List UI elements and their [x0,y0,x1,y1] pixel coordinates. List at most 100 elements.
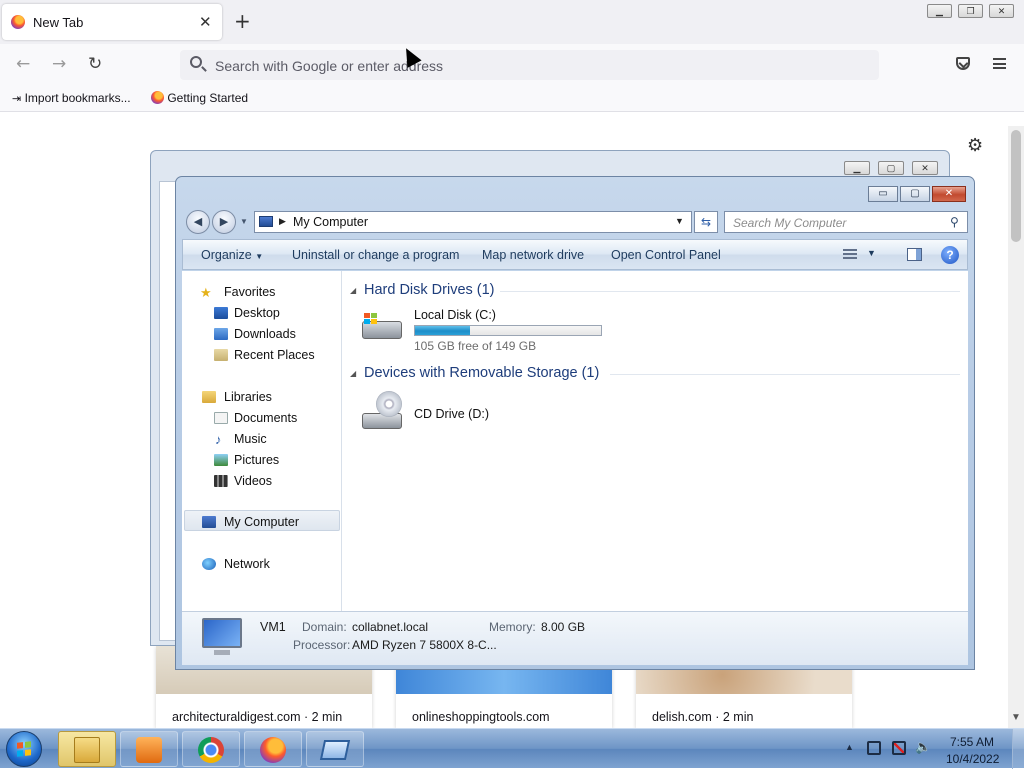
close-button[interactable]: ✕ [989,4,1014,18]
firefox-icon [260,737,286,763]
taskbar-chrome-button[interactable] [182,731,240,767]
search-icon[interactable]: ⚲ [950,215,959,229]
address-dropdown-icon[interactable]: ▼ [675,216,684,226]
content-pane: ◢ Hard Disk Drives (1) Local Disk (C:) 1… [342,271,968,611]
nav-network[interactable]: Network [224,557,270,571]
taskbar-explorer-button[interactable] [58,731,116,767]
desktop-icon [214,307,228,319]
explorer-forward-button[interactable]: ▶ [212,210,236,234]
explorer-close-button[interactable]: ✕ [932,186,966,202]
page-scrollbar[interactable]: ▼ [1008,126,1024,728]
gear-icon[interactable]: ⚙ [967,135,983,156]
drive-c-name[interactable]: Local Disk (C:) [414,308,496,322]
collapse-triangle-icon[interactable]: ◢ [350,286,356,295]
taskbar: ▲ 🔈 7:55 AM 10/4/2022 [0,728,1024,769]
drive-c-free-space: 105 GB free of 149 GB [414,339,537,353]
group-removable-storage[interactable]: Devices with Removable Storage (1) [364,365,599,381]
explorer-minimize-button[interactable]: ▭ [868,186,898,202]
new-tab-button[interactable]: + [234,9,251,33]
details-pane: VM1 Domain: collabnet.local Memory: 8.00… [182,611,968,665]
nav-music[interactable]: Music [234,432,267,446]
nav-downloads[interactable]: Downloads [234,327,296,341]
import-icon: ⇥ [12,92,22,105]
tab-close-icon[interactable]: ✕ [199,13,212,31]
pictures-icon [214,454,228,466]
forward-button[interactable]: → [52,54,66,74]
drive-d-name[interactable]: CD Drive (D:) [414,407,489,421]
organize-button[interactable]: Organize ▼ [201,248,263,262]
explorer-maximize-button[interactable]: ▢ [900,186,930,202]
uninstall-program-button[interactable]: Uninstall or change a program [292,248,459,262]
scroll-down-arrow[interactable]: ▼ [1011,712,1021,723]
taskbar-media-player-button[interactable] [120,731,178,767]
view-options-icon[interactable] [843,248,857,262]
explorer-back-button[interactable]: ◀ [186,210,210,234]
nav-my-computer[interactable]: My Computer [224,515,299,529]
nav-videos[interactable]: Videos [234,474,272,488]
view-dropdown-icon[interactable]: ▼ [867,248,876,258]
back-button[interactable]: ← [16,54,30,74]
tile-caption: onlineshoppingtools.com [412,710,550,724]
recent-pages-dropdown[interactable]: ▼ [240,217,248,226]
tile-caption: delish.com · 2 min [652,710,754,724]
restore-button[interactable]: ❐ [958,4,983,18]
open-control-panel-button[interactable]: Open Control Panel [611,248,721,262]
downloads-icon [214,328,228,340]
clock-time[interactable]: 7:55 AM [950,735,994,749]
getting-started-item[interactable]: Getting Started [151,91,248,105]
map-network-drive-button[interactable]: Map network drive [482,248,584,262]
network-tray-icon[interactable] [867,741,881,755]
nav-recent-places[interactable]: Recent Places [234,348,315,362]
search-input[interactable]: Search My Computer ⚲ [724,211,968,233]
url-bar[interactable]: Search with Google or enter address [180,50,879,80]
collapse-triangle-icon[interactable]: ◢ [350,369,356,378]
memory-value: 8.00 GB [541,620,586,634]
my-computer-icon [202,516,216,528]
import-bookmarks-item[interactable]: ⇥ Import bookmarks... [12,91,131,105]
back-restore-button[interactable]: ▢ [878,161,904,175]
clock-date[interactable]: 10/4/2022 [946,752,999,766]
reload-button[interactable]: ↻ [88,54,102,74]
minimize-button[interactable]: ▁ [927,4,952,18]
preview-pane-icon[interactable] [907,248,922,261]
windows-logo-icon [17,741,31,757]
nav-libraries[interactable]: Libraries [224,390,272,404]
address-bar[interactable]: ▶ My Computer ▼ [254,211,692,233]
help-icon[interactable]: ? [941,246,959,264]
breadcrumb-arrow-icon[interactable]: ▶ [279,216,286,227]
star-icon: ★ [200,285,212,300]
volume-icon[interactable]: 🔈 [915,741,931,755]
refresh-icon[interactable]: ⇆ [694,211,718,233]
disk-usage-fill [415,326,470,335]
documents-icon [214,412,228,424]
music-icon: ♪ [215,432,222,447]
back-close-button[interactable]: ✕ [912,161,938,175]
nav-documents[interactable]: Documents [234,411,297,425]
tab-title: New Tab [33,15,84,30]
menu-icon[interactable] [993,58,1006,69]
group-divider [610,374,960,375]
computer-monitor-icon [202,618,242,655]
back-minimize-button[interactable]: ▁ [844,161,870,175]
folder-icon [74,737,100,763]
show-hidden-icons-button[interactable]: ▲ [845,742,854,752]
window-icon [319,740,351,760]
taskbar-firefox-button[interactable] [244,731,302,767]
nav-favorites[interactable]: Favorites [224,285,275,299]
tab-new-tab[interactable]: New Tab ✕ [2,4,222,40]
recent-places-icon [214,349,228,361]
explorer-window[interactable]: ▭ ▢ ✕ ◀ ▶ ▼ ▶ My Computer ▼ ⇆ Search My … [175,176,975,670]
pocket-icon[interactable] [956,57,970,70]
browser-navbar: ← → ↻ Search with Google or enter addres… [0,44,1024,86]
group-hard-disk-drives[interactable]: Hard Disk Drives (1) [364,282,495,298]
firefox-favicon-icon [11,15,25,29]
show-desktop-button[interactable] [1012,729,1024,769]
taskbar-window-button[interactable] [306,731,364,767]
action-center-icon[interactable] [892,741,906,755]
scrollbar-thumb[interactable] [1011,130,1021,242]
search-placeholder: Search My Computer [733,216,847,230]
nav-pictures[interactable]: Pictures [234,453,279,467]
address-row: ◀ ▶ ▼ ▶ My Computer ▼ ⇆ Search My Comput… [182,208,970,236]
start-button[interactable] [6,731,42,767]
nav-desktop[interactable]: Desktop [234,306,280,320]
